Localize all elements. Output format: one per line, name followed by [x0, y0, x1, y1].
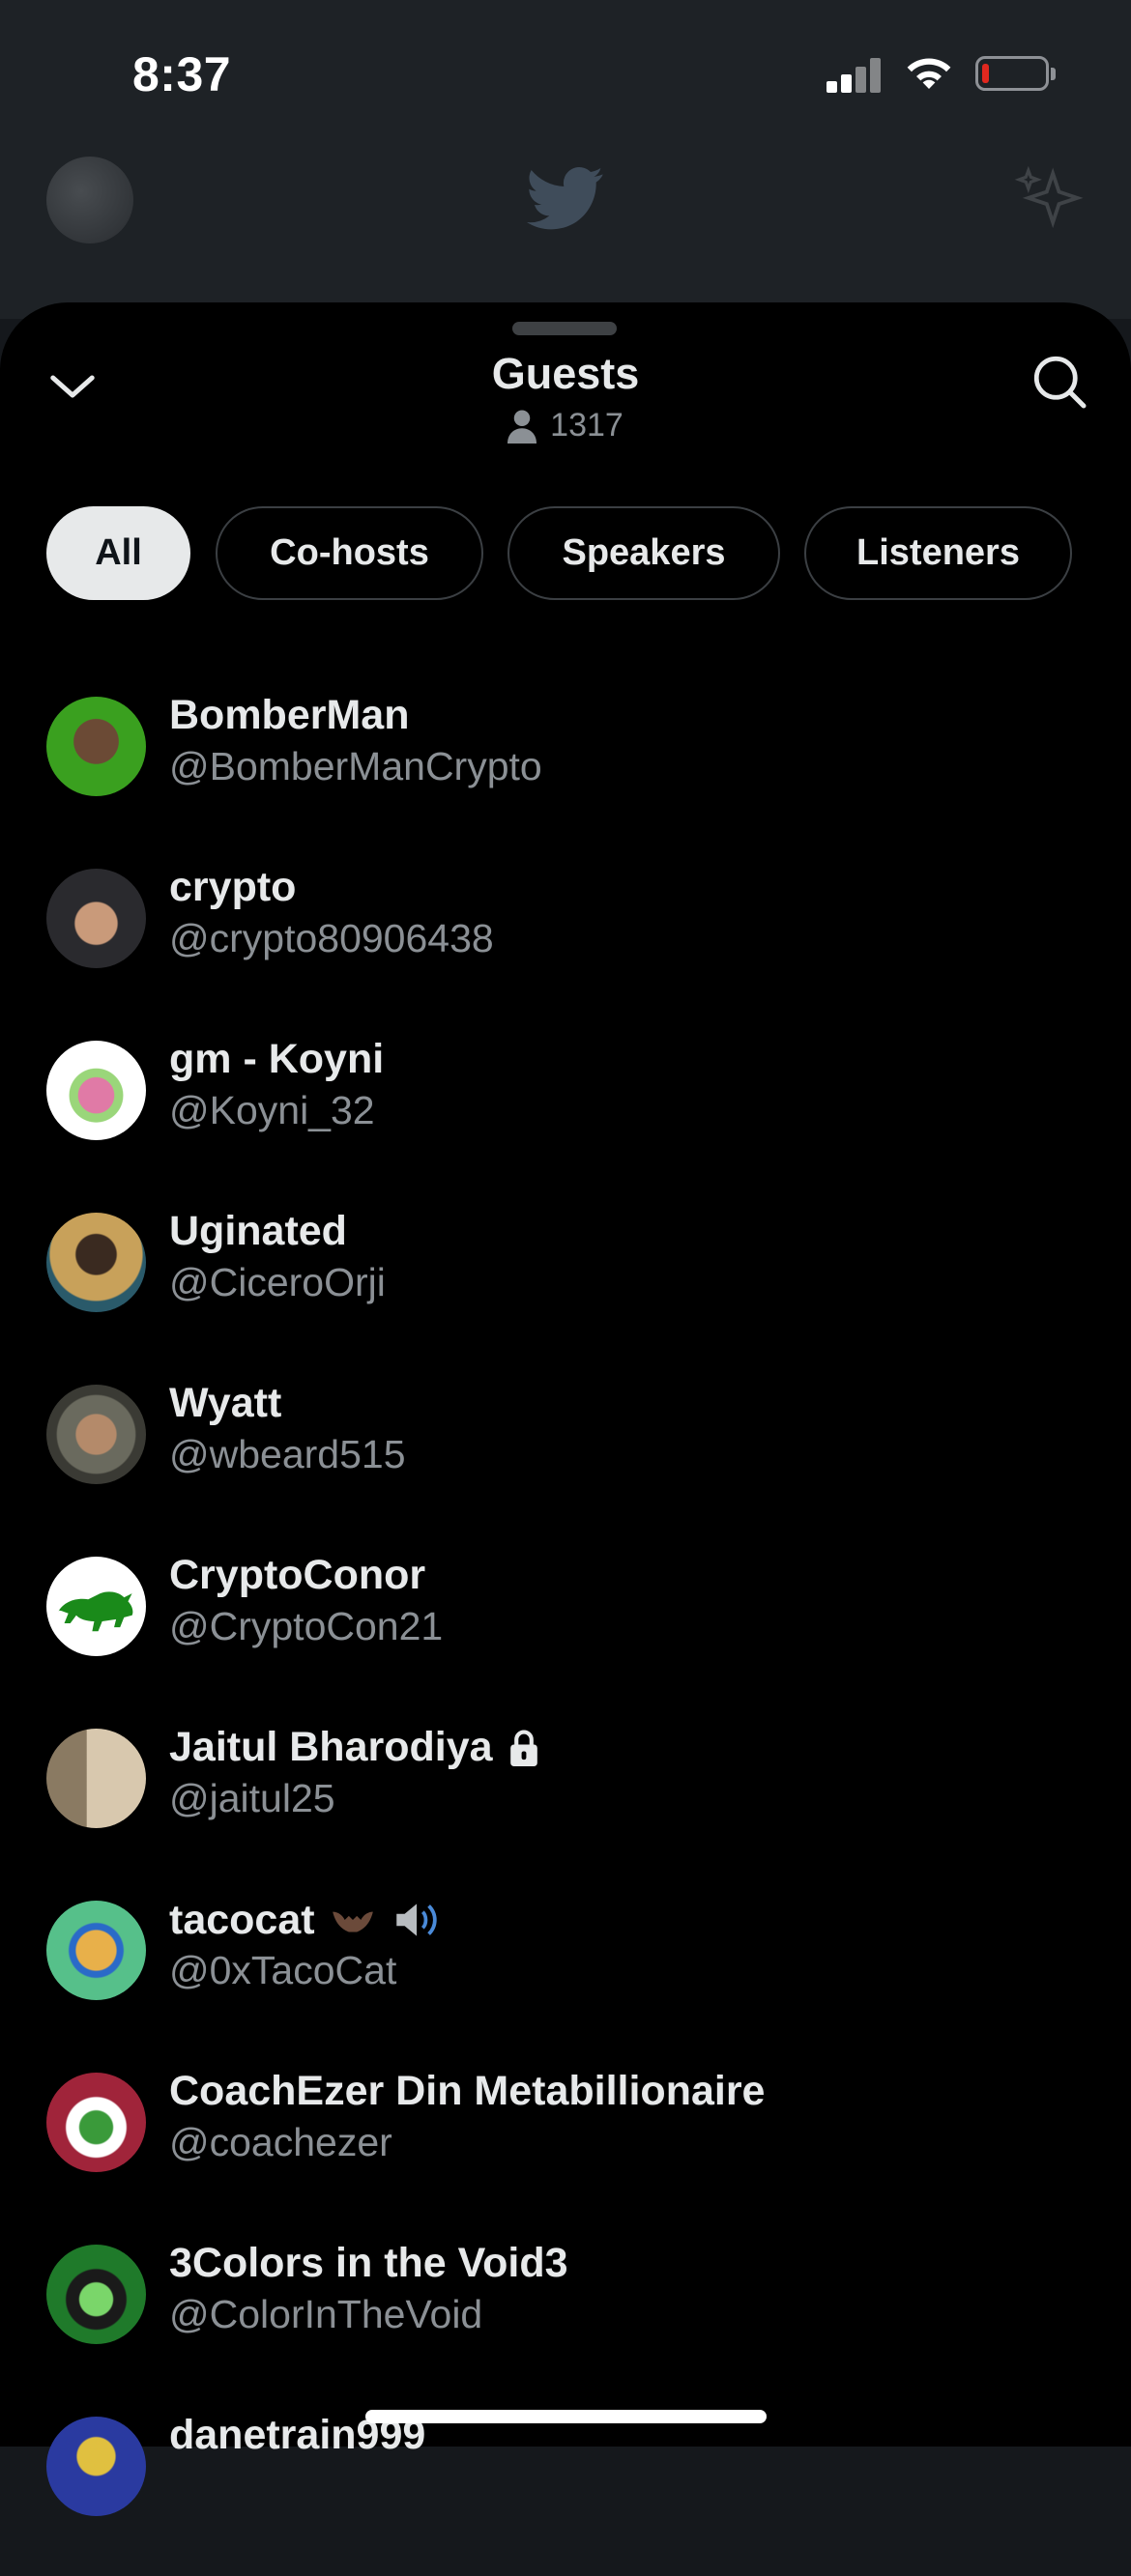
guest-count-value: 1317: [550, 407, 624, 444]
list-item[interactable]: gm - Koyni @Koyni_32: [0, 1028, 1131, 1200]
lock-icon: [509, 1730, 537, 1766]
avatar[interactable]: [46, 697, 146, 796]
bull-logo-icon: [58, 1591, 133, 1632]
guest-handle: @wbeard515: [169, 1432, 406, 1476]
list-item[interactable]: BomberMan @BomberManCrypto: [0, 684, 1131, 856]
tab-listeners[interactable]: Listeners: [804, 506, 1072, 600]
guest-handle: @CryptoCon21: [169, 1604, 444, 1648]
avatar[interactable]: [46, 869, 146, 968]
guest-name: Uginated: [169, 1208, 347, 1254]
guest-name: Wyatt: [169, 1380, 282, 1426]
tab-co-hosts[interactable]: Co-hosts: [216, 506, 483, 600]
guest-handle: @ColorInTheVoid: [169, 2292, 483, 2336]
twitter-bird-icon: [527, 167, 603, 230]
avatar[interactable]: [46, 1557, 146, 1656]
sheet-grabber[interactable]: [512, 322, 617, 335]
guest-name-text: Jaitul Bharodiya: [169, 1724, 493, 1770]
tab-all[interactable]: All: [46, 506, 190, 600]
guest-name: BomberMan: [169, 692, 410, 738]
bat-emoji-icon: [332, 1911, 373, 1932]
list-item[interactable]: danetrain999: [0, 2404, 1131, 2576]
guests-sheet: Guests 1317 All Co-hosts Speakers Listen…: [0, 302, 1131, 2516]
guest-name: 3Colors in the Void3: [169, 2240, 568, 2286]
guest-name: CoachEzer Din Metabillionaire: [169, 2068, 766, 2114]
battery-icon: [975, 56, 1056, 91]
avatar[interactable]: [46, 2073, 146, 2172]
avatar[interactable]: [46, 1729, 146, 1828]
guest-handle: @BomberManCrypto: [169, 744, 542, 788]
status-time: 8:37: [132, 47, 232, 101]
wifi-icon: [907, 58, 951, 89]
list-item[interactable]: 3Colors in the Void3 @ColorInTheVoid: [0, 2232, 1131, 2404]
profile-avatar: [46, 157, 133, 243]
guest-name: crypto: [169, 864, 297, 910]
avatar[interactable]: [46, 1213, 146, 1312]
guest-count: 1317: [0, 407, 1131, 444]
cellular-signal-icon: [826, 56, 883, 93]
guest-handle: @0xTacoCat: [169, 1948, 397, 1992]
tab-speakers[interactable]: Speakers: [508, 506, 780, 600]
avatar[interactable]: [46, 1041, 146, 1140]
list-item[interactable]: Jaitul Bharodiya @jaitul25: [0, 1716, 1131, 1888]
guest-handle: @jaitul25: [169, 1776, 335, 1820]
guest-name: Jaitul Bharodiya: [169, 1724, 541, 1771]
home-indicator[interactable]: [365, 2410, 767, 2423]
guest-handle: @crypto80906438: [169, 916, 494, 960]
list-item[interactable]: Wyatt @wbeard515: [0, 1372, 1131, 1544]
avatar[interactable]: [46, 1901, 146, 2000]
guest-name: tacocat: [169, 1896, 439, 1944]
list-item[interactable]: CryptoConor @CryptoCon21: [0, 1544, 1131, 1716]
list-item[interactable]: crypto @crypto80906438: [0, 856, 1131, 1028]
avatar[interactable]: [46, 1385, 146, 1484]
list-item[interactable]: CoachEzer Din Metabillionaire @coachezer: [0, 2060, 1131, 2232]
guest-handle: @Koyni_32: [169, 1088, 375, 1132]
avatar[interactable]: [46, 2245, 146, 2344]
search-icon[interactable]: [1030, 353, 1088, 411]
speaker-emoji-icon: [395, 1903, 437, 1936]
guest-name-text: tacocat: [169, 1896, 315, 1943]
sparkle-icon: [1014, 165, 1084, 229]
guest-handle: @coachezer: [169, 2120, 392, 2164]
status-bar: 8:37: [0, 0, 1131, 145]
list-item[interactable]: Uginated @CiceroOrji: [0, 1200, 1131, 1372]
page-title: Guests: [491, 349, 640, 398]
guest-name: gm - Koyni: [169, 1036, 385, 1082]
avatar[interactable]: [46, 2417, 146, 2516]
guest-handle: @CiceroOrji: [169, 1260, 386, 1304]
guest-name: CryptoConor: [169, 1552, 426, 1598]
person-icon: [508, 410, 537, 444]
list-item[interactable]: tacocat @0xTacoCat: [0, 1888, 1131, 2060]
